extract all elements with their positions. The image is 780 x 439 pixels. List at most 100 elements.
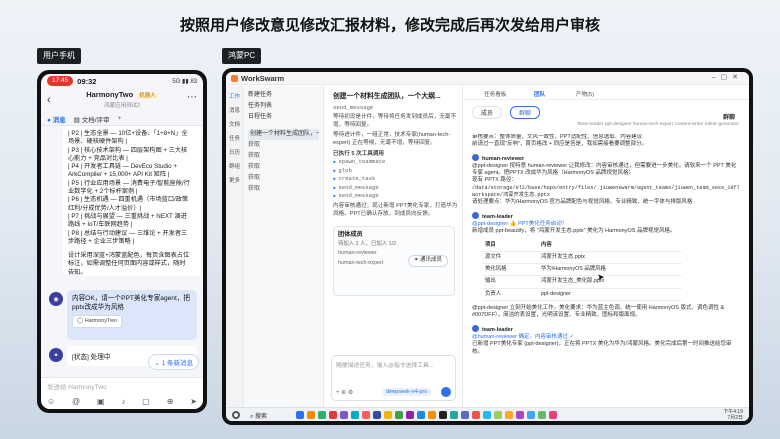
table-cell-key: 美化风格 <box>482 263 538 277</box>
chat-subtitle: 鸿蒙应用测试2 <box>103 103 141 109</box>
taskbar-app-icon[interactable] <box>362 411 370 419</box>
start-icon[interactable] <box>232 411 240 419</box>
taskbar-app-icon[interactable] <box>505 411 513 419</box>
table-head-content: 内容 <box>537 239 682 252</box>
send-button[interactable] <box>441 387 451 397</box>
taskbar-app-icon[interactable] <box>472 411 480 419</box>
message-input[interactable]: 发送给 HarmonyTwo <box>47 381 107 391</box>
chat-panel-body: send_message 等待初设是计件，等待将任务发到成员后，无毫不增，等待回… <box>333 104 458 347</box>
model-selector[interactable]: deepseek-v4-pro <box>382 388 432 396</box>
taskbar-app-icon[interactable] <box>340 411 348 419</box>
sidebar-item-0[interactable]: 工作 <box>226 92 243 100</box>
recording-pill: 17:45 <box>47 76 74 86</box>
taskbar-app-icon[interactable] <box>549 411 557 419</box>
log-line-14: 已新增 PPT美化专家 (ppt-designer)，正在将 PPTX 美化为华… <box>472 341 732 355</box>
new-message-label: 1 条新消息 <box>161 360 193 367</box>
subtab-groupchat[interactable]: 群聊 <box>510 106 541 119</box>
session-menu-item[interactable]: 新建任务 <box>248 90 319 101</box>
taskbar-app-icon[interactable] <box>428 411 436 419</box>
sidebar-item-5[interactable]: 群组 <box>226 162 243 170</box>
taskbar-app-icon[interactable] <box>417 411 425 419</box>
bot-avatar[interactable]: ✦ <box>49 348 63 362</box>
team-contact-button[interactable]: ✦ 通讯成员 <box>407 255 448 267</box>
session-item[interactable]: 获取 <box>248 140 319 151</box>
taskbar-app-icon[interactable] <box>373 411 381 419</box>
table-cell-value: 鸿蒙开发生态_美化版.pptx <box>537 275 682 289</box>
groupchat-label: 群聊 <box>722 115 735 121</box>
new-message-button[interactable]: ⌄ 1 条新消息 <box>148 354 199 370</box>
taskbar-app-icon[interactable] <box>307 411 315 419</box>
pc-label: 鸿蒙PC <box>222 48 262 64</box>
outline-line: ArkCompiler + 15,000+ API Kit 矩阵 | <box>68 171 170 179</box>
tools-summary[interactable]: 已执行 5 次工具调用 <box>333 151 458 158</box>
session-item-active[interactable]: 创建一个材料生成团队，一个大... <box>248 129 319 140</box>
taskbar-app-icon[interactable] <box>439 411 447 419</box>
agent-chat-input[interactable]: 随便描述任务，输入@指令选择工具... + ⊛ ⚙ deepseek-v4-pr… <box>331 355 456 401</box>
send-icon[interactable]: ➤ <box>190 397 197 406</box>
session-item[interactable]: 获取 <box>248 151 319 162</box>
window-controls[interactable]: –▢✕ <box>712 73 743 81</box>
team-card-title: 团体成员 <box>338 231 363 239</box>
table-cell-value: 华为/HarmonyOS 品牌风格 <box>537 263 682 277</box>
session-item[interactable]: 获取 <box>248 162 319 173</box>
sidebar-item-3[interactable]: 任务 <box>226 134 243 142</box>
tool-call-item: send_message <box>333 192 458 200</box>
session-item[interactable]: 获取 <box>248 184 319 195</box>
user-message-text: 内容OK，请一个PPT美化专家agent，把pptx改成华为风格 <box>72 295 190 311</box>
emoji-icon[interactable]: ☺ <box>47 397 55 406</box>
session-menu-item[interactable]: 任务列表 <box>248 101 319 112</box>
taskbar-search-label: 搜索 <box>255 414 268 420</box>
tab-team[interactable]: 团队 <box>534 90 545 98</box>
subtab-members[interactable]: 成员 <box>472 106 503 119</box>
phone-status-bar: 17:45 09:32 5G ▮▮ 83 <box>41 74 203 88</box>
at-icon[interactable]: @ <box>72 397 80 406</box>
user-avatar[interactable]: ◉ <box>49 292 63 306</box>
chat-name: HarmonyTwo 机器人 <box>41 90 203 99</box>
taskbar-app-icon[interactable] <box>318 411 326 419</box>
taskbar-search[interactable]: ⌕ 搜索 <box>250 411 267 421</box>
session-list: 新建任务任务列表日程任务 创建一个材料生成团队，一个大... 获取获取获取获取获… <box>244 86 324 407</box>
chat-paragraph-1: 等待初设是计件，等待将任务发到成员后，无毫不增，等待回复。 <box>333 114 457 128</box>
tab-message[interactable]: ● 消息 <box>47 114 66 124</box>
tab-docs[interactable]: ▤ 文档/评审 <box>74 114 110 124</box>
tab-artifacts[interactable]: 产物(5) <box>576 90 594 98</box>
message-input-bar: 发送给 HarmonyTwo ☺ @ ▣ ♪ ▢ ⊕ ➤ <box>41 377 203 409</box>
table-row: 源文件 鸿蒙开发生态.pptx <box>482 251 682 265</box>
sidebar-item-1[interactable]: 消息 <box>226 106 243 114</box>
log-line-2: 前请过一直现"反响"，首页格改 + 同应是答是，我如需接看要调整部分。 <box>472 141 648 148</box>
outline-line: 路线 + IoT/车联网趋势 | <box>68 221 133 229</box>
taskbar-app-icon[interactable] <box>450 411 458 419</box>
taskbar-app-icon[interactable] <box>516 411 524 419</box>
agent-name-leader-2: team-leader <box>472 325 739 334</box>
sidebar-item-6[interactable]: 更多 <box>226 176 243 184</box>
file-icon[interactable]: ▢ <box>142 397 150 406</box>
input-tools-icon[interactable]: + ⊛ ⚙ <box>336 389 353 396</box>
voice-icon[interactable]: ♪ <box>121 397 125 406</box>
tab-task-board[interactable]: 任务看板 <box>484 90 506 98</box>
taskbar-app-icon[interactable] <box>494 411 502 419</box>
session-menu-item[interactable]: 日程任务 <box>248 112 319 123</box>
outline-lines: | P2 | 生态全景 — 10亿+设备、「1+8+N」全 场景、硬核硬件架构 |… <box>68 130 196 246</box>
plus-icon[interactable]: ⊕ <box>167 397 174 406</box>
taskbar-app-icon[interactable] <box>395 411 403 419</box>
image-icon[interactable]: ▣ <box>97 397 105 406</box>
session-item[interactable]: 获取 <box>248 173 319 184</box>
detail-toolbar: 任务看板 团队 产物(5) <box>464 86 749 100</box>
sidebar-item-2[interactable]: 文档 <box>226 120 243 128</box>
taskbar-app-icon[interactable] <box>406 411 414 419</box>
taskbar-app-icon[interactable] <box>527 411 535 419</box>
taskbar-app-icon[interactable] <box>329 411 337 419</box>
taskbar-app-icon[interactable] <box>296 411 304 419</box>
tool-call-item: glob <box>333 167 458 175</box>
add-tab-icon[interactable]: + <box>118 115 122 122</box>
more-icon[interactable]: ⋯ <box>187 92 197 103</box>
taskbar-app-icon[interactable] <box>351 411 359 419</box>
status-signal: 5G ▮▮ 83 <box>172 78 197 85</box>
taskbar-app-icon[interactable] <box>538 411 546 419</box>
taskbar-app-icon[interactable] <box>483 411 491 419</box>
taskbar-app-icon[interactable] <box>461 411 469 419</box>
pc-screen: WorkSwarm –▢✕ 工作 消息 文档 任务 日历 群组 更多 新建任务 任务列表 日程任… <box>226 72 749 421</box>
message-list[interactable]: | P2 | 生态全景 — 10亿+设备、「1+8+N」全 场景、硬核硬件架构 |… <box>41 126 203 379</box>
sidebar-item-4[interactable]: 日历 <box>226 148 243 156</box>
taskbar-app-icon[interactable] <box>384 411 392 419</box>
